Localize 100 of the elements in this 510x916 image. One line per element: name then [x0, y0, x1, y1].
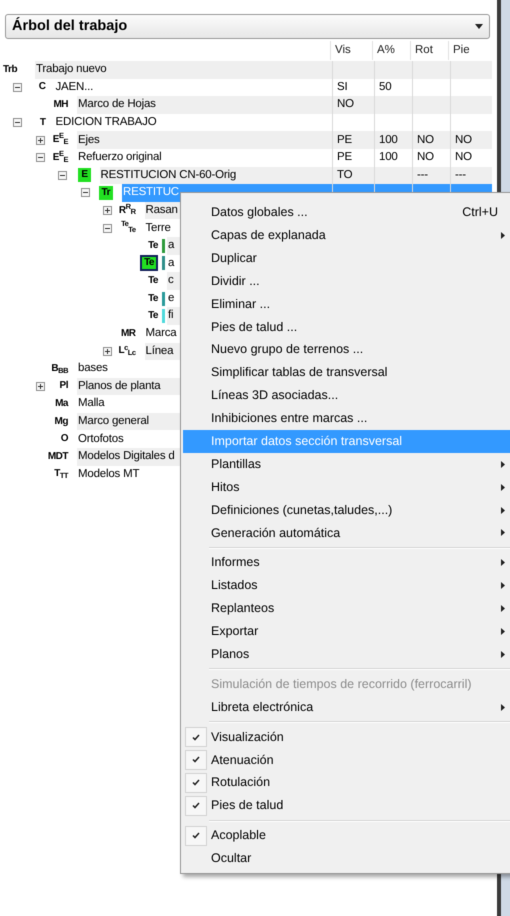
- menu-item[interactable]: Plantillas: [183, 452, 510, 476]
- menu-item[interactable]: Pies de talud: [183, 794, 510, 818]
- tree-node-label[interactable]: Ejes: [78, 132, 100, 149]
- node-type-icon: Ma: [55, 399, 68, 410]
- node-type-icon: Tr: [98, 186, 113, 200]
- checkmark-icon: [185, 727, 207, 748]
- tree-row[interactable]: RESTITUCION CN-60-Orig TO --- ---: [100, 166, 492, 184]
- tree-node-label[interactable]: Modelos MT: [78, 466, 140, 484]
- panel-title-dropdown[interactable]: Árbol del trabajo: [5, 14, 490, 39]
- table-cell-text: 100: [379, 132, 398, 148]
- tree-node-label[interactable]: e: [168, 290, 174, 308]
- node-type-icon: C: [38, 82, 46, 92]
- table-cell-text: ---: [455, 168, 466, 183]
- expand-icon[interactable]: [36, 136, 44, 145]
- tree-node-label[interactable]: fi: [168, 307, 174, 325]
- tree-row[interactable]: JAEN... SI 50: [54, 78, 492, 96]
- menu-item[interactable]: Eliminar ...: [183, 292, 510, 316]
- node-type-icon: MH: [53, 100, 68, 110]
- tree-node-label[interactable]: Modelos Digitales d: [78, 448, 175, 466]
- node-type-icon: E: [78, 168, 90, 182]
- tree-node-label[interactable]: Ortofotos: [78, 430, 124, 448]
- table-cell-text: PE: [337, 132, 352, 148]
- tree-node-label[interactable]: Rasan: [146, 202, 178, 220]
- collapse-icon[interactable]: [103, 224, 112, 233]
- tree-node-label[interactable]: JAEN...: [56, 78, 94, 96]
- menu-item[interactable]: Atenuación: [183, 748, 510, 772]
- tree-row[interactable]: Ejes PE 100 NO NO: [77, 131, 492, 149]
- menu-item[interactable]: Datos globales ... Ctrl+U: [183, 201, 510, 224]
- menu-item[interactable]: Simplificar tablas de transversal: [183, 361, 510, 384]
- submenu-arrow-icon: [501, 484, 505, 491]
- tree-node-label[interactable]: Trabajo nuevo: [36, 61, 106, 78]
- menu-item[interactable]: Inhibiciones entre marcas ...: [183, 407, 510, 430]
- menu-item[interactable]: Generación automática: [183, 521, 510, 544]
- tree-node-label[interactable]: c: [168, 272, 174, 290]
- menu-item[interactable]: Exportar: [183, 620, 510, 643]
- menu-item[interactable]: Rotulación: [183, 771, 510, 794]
- tree-row[interactable]: Trabajo nuevo: [35, 61, 492, 79]
- submenu-arrow-icon: [501, 582, 505, 590]
- collapse-icon[interactable]: [13, 118, 22, 128]
- submenu-arrow-icon: [501, 506, 505, 514]
- node-type-icon: Te: [148, 240, 158, 251]
- panel-title: Árbol del trabajo: [12, 16, 128, 36]
- menu-item[interactable]: Duplicar: [183, 246, 510, 270]
- menu-item[interactable]: Listados: [183, 574, 510, 598]
- menu-item[interactable]: Líneas 3D asociadas...: [183, 384, 510, 408]
- submenu-arrow-icon: [501, 704, 505, 711]
- tree-node-label[interactable]: a: [168, 254, 174, 272]
- collapse-icon[interactable]: [36, 153, 44, 162]
- node-type-icon: Te: [148, 276, 158, 286]
- tree-row[interactable]: Marco de Hojas NO: [77, 96, 492, 114]
- tree-node-label[interactable]: Planos de planta: [78, 378, 160, 396]
- checkmark-icon: [185, 826, 207, 846]
- menu-item[interactable]: Capas de explanada: [183, 224, 510, 247]
- tree-row[interactable]: EDICION TRABAJO: [54, 114, 492, 132]
- tree-node-label[interactable]: Marco de Hojas: [78, 96, 156, 114]
- tree-node-label[interactable]: Marca: [146, 325, 176, 342]
- tree-node-label[interactable]: a: [168, 237, 174, 254]
- menu-item[interactable]: Dividir ...: [183, 270, 510, 293]
- column-header[interactable]: Pie: [453, 42, 470, 60]
- menu-item[interactable]: Definiciones (cunetas,taludes,...): [183, 498, 510, 522]
- node-type-icon: O: [60, 434, 68, 444]
- collapse-icon[interactable]: [58, 170, 67, 180]
- tree-node-label[interactable]: Malla: [78, 395, 104, 413]
- menu-item[interactable]: Libreta electrónica: [183, 696, 510, 719]
- column-header[interactable]: Vis: [335, 42, 351, 60]
- menu-item[interactable]: Nuevo grupo de terrenos ...: [183, 338, 510, 362]
- node-type-icon: Mg: [54, 416, 68, 427]
- collapse-icon[interactable]: [13, 82, 22, 92]
- table-cell-text: 50: [379, 80, 392, 95]
- menu-item[interactable]: Pies de talud ...: [183, 315, 510, 338]
- column-header[interactable]: Rot: [415, 42, 433, 60]
- menu-item[interactable]: Informes: [183, 551, 510, 574]
- submenu-arrow-icon: [501, 232, 505, 239]
- table-cell-text: NO: [337, 97, 354, 112]
- tree-node-label[interactable]: Marco general: [78, 413, 149, 430]
- shortcut-label: Ctrl+U: [462, 204, 498, 222]
- submenu-arrow-icon: [501, 628, 505, 635]
- node-type-icon: Te: [148, 311, 158, 322]
- checkmark-icon: [185, 772, 207, 793]
- tree-node-label[interactable]: EDICION TRABAJO: [56, 114, 156, 132]
- tree-node-label[interactable]: Línea: [146, 342, 174, 360]
- table-cell-text: NO: [417, 132, 434, 148]
- tree-node-label[interactable]: Terre: [146, 220, 171, 237]
- table-cell-text: NO: [455, 150, 472, 166]
- tree-node-label[interactable]: RESTITUCION CN-60-Orig: [100, 166, 236, 184]
- node-type-icon: Trb: [3, 64, 18, 75]
- table-cell-text: ---: [417, 168, 428, 183]
- tree-node-label[interactable]: Refuerzo original: [78, 149, 162, 166]
- expand-icon[interactable]: [103, 206, 112, 216]
- menu-item[interactable]: Planos: [183, 642, 510, 666]
- expand-icon[interactable]: [103, 346, 112, 356]
- menu-item[interactable]: Ocultar: [183, 847, 510, 870]
- column-header[interactable]: A%: [377, 42, 395, 60]
- collapse-icon[interactable]: [80, 188, 90, 198]
- menu-item[interactable]: Acoplable: [183, 824, 510, 848]
- menu-item[interactable]: Replanteos: [183, 597, 510, 620]
- expand-icon[interactable]: [36, 382, 44, 391]
- tree-node-label[interactable]: bases: [78, 360, 108, 378]
- menu-item[interactable]: Hitos: [183, 476, 510, 499]
- menu-item[interactable]: Visualización: [183, 726, 510, 748]
